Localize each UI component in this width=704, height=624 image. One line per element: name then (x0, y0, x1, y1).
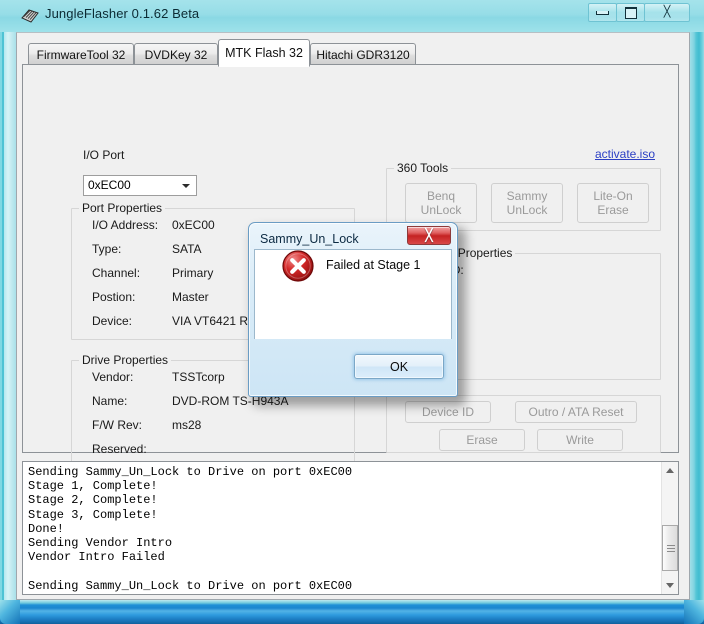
tab-dvdkey-32[interactable]: DVDKey 32 (134, 43, 218, 65)
io-port-label: I/O Port (83, 148, 125, 162)
close-icon: ╳ (663, 6, 671, 18)
vendor-value: TSSTcorp (172, 370, 225, 384)
tab-strip: FirmwareTool 32 DVDKey 32 MTK Flash 32 H… (22, 39, 680, 67)
application-window: JungleFlasher 0.1.62 Beta ╳ FirmwareTool… (0, 0, 704, 624)
window-frame-bottom (0, 600, 704, 624)
dialog-close-button[interactable]: ╳ (407, 226, 451, 245)
type-label: Type: (92, 242, 122, 256)
device-label: Device: (92, 314, 133, 328)
tools-360-legend: 360 Tools (394, 161, 452, 175)
sammy-unlock-dialog: Sammy_Un_Lock ╳ Failed at Stage 1 OK (248, 222, 458, 397)
sammy-unlock-button[interactable]: Sammy UnLock (491, 183, 563, 223)
device-id-label: Device ID (421, 405, 474, 419)
log-output-textbox[interactable]: Sending Sammy_Un_Lock to Drive on port 0… (22, 461, 679, 595)
erase-button[interactable]: Erase (439, 429, 525, 451)
tab-label: DVDKey 32 (144, 47, 208, 62)
outro-ata-reset-button[interactable]: Outro / ATA Reset (515, 401, 637, 423)
type-value: SATA (172, 242, 202, 256)
io-port-value: 0xEC00 (88, 178, 131, 192)
log-text: Sending Sammy_Un_Lock to Drive on port 0… (28, 465, 353, 593)
reserved-label: Reserved: (92, 442, 147, 456)
activate-iso-link[interactable]: activate.iso (595, 147, 655, 161)
fw-rev-label: F/W Rev: (92, 418, 142, 432)
channel-label: Channel: (92, 266, 141, 280)
window-frame-corner-bottom-left (0, 600, 20, 624)
io-address-label: I/O Address: (92, 218, 159, 232)
minimize-button[interactable] (588, 3, 617, 22)
window-frame-right (690, 0, 704, 624)
dialog-ok-button[interactable]: OK (354, 354, 444, 379)
maximize-icon (624, 6, 637, 19)
tab-label: MTK Flash 32 (225, 46, 303, 60)
scroll-down-arrow[interactable] (662, 577, 678, 594)
window-frame-corner-bottom-right (684, 600, 704, 624)
tab-hitachi-gdr3120[interactable]: Hitachi GDR3120 (310, 43, 416, 65)
triangle-up-icon (666, 468, 674, 473)
write-button[interactable]: Write (537, 429, 623, 451)
chevron-down-icon (182, 184, 190, 188)
chip-icon (20, 7, 40, 25)
error-icon (282, 250, 314, 282)
lite-on-erase-label: Lite-On Erase (593, 189, 633, 217)
maximize-button[interactable] (616, 3, 645, 22)
close-icon: ╳ (425, 228, 433, 242)
dialog-message: Failed at Stage 1 (326, 258, 421, 272)
scroll-up-arrow[interactable] (662, 462, 678, 479)
window-caption-buttons: ╳ (588, 3, 690, 22)
outro-ata-reset-label: Outro / ATA Reset (528, 405, 624, 419)
io-port-combobox[interactable]: 0xEC00 (83, 175, 197, 196)
benq-unlock-button[interactable]: Benq UnLock (405, 183, 477, 223)
drive-properties-legend: Drive Properties (79, 353, 172, 367)
benq-unlock-label: Benq UnLock (420, 189, 462, 217)
io-address-value: 0xEC00 (172, 218, 215, 232)
fw-rev-value: ms28 (172, 418, 202, 432)
lite-on-erase-button[interactable]: Lite-On Erase (577, 183, 649, 223)
write-label: Write (566, 433, 594, 447)
sammy-unlock-label: Sammy UnLock (506, 189, 548, 217)
channel-value: Primary (172, 266, 214, 280)
scrollbar-grip-icon (667, 545, 675, 552)
dialog-title: Sammy_Un_Lock (260, 232, 359, 246)
tab-firmwaretool-32[interactable]: FirmwareTool 32 (28, 43, 134, 65)
minimize-icon (596, 10, 609, 15)
title-bar[interactable]: JungleFlasher 0.1.62 Beta ╳ (0, 0, 704, 32)
window-frame-left (0, 0, 16, 624)
erase-label: Erase (466, 433, 498, 447)
dialog-ok-label: OK (389, 359, 409, 374)
tab-mtk-flash-32[interactable]: MTK Flash 32 (218, 39, 310, 67)
scrollbar-thumb[interactable] (662, 525, 678, 571)
name-label: Name: (92, 394, 128, 408)
window-title: JungleFlasher 0.1.62 Beta (45, 6, 200, 21)
position-value: Master (172, 290, 209, 304)
tab-label: FirmwareTool 32 (36, 47, 126, 62)
close-button[interactable]: ╳ (644, 3, 690, 22)
port-properties-legend: Port Properties (79, 201, 166, 215)
triangle-down-icon (666, 583, 674, 588)
tab-label: Hitachi GDR3120 (316, 47, 410, 62)
vendor-label: Vendor: (92, 370, 134, 384)
position-label: Postion: (92, 290, 136, 304)
log-vertical-scrollbar[interactable] (661, 462, 678, 594)
